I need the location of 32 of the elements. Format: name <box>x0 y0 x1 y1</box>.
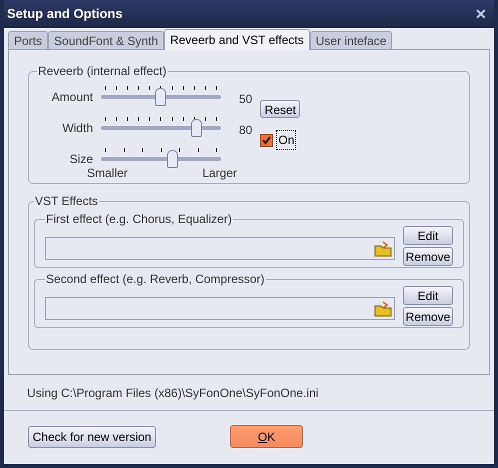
file-field[interactable] <box>45 297 395 320</box>
status-text: Using C:\Program Files (x86)\SyFonOne\SyFonOne.ini <box>27 384 318 402</box>
slider-caption: Smaller <box>87 165 128 182</box>
check-icon <box>261 134 272 146</box>
remove-button[interactable]: Remove <box>403 307 453 326</box>
checkbox-label: On <box>276 130 296 150</box>
reset-button[interactable]: Reset <box>260 100 300 118</box>
tab[interactable]: Reveerb and VST effects <box>164 29 310 50</box>
folder-icon[interactable] <box>374 240 392 256</box>
remove-button[interactable]: Remove <box>403 247 453 266</box>
slider-label: Width <box>61 120 94 137</box>
tab[interactable]: Ports <box>8 31 48 49</box>
window-title: Setup and Options <box>7 5 123 24</box>
file-field[interactable] <box>45 237 395 260</box>
slider-value: 80 <box>239 122 252 139</box>
close-button[interactable]: ✕ <box>471 4 491 24</box>
edit-button[interactable]: Edit <box>403 226 453 245</box>
check-version-button[interactable]: Check for new version <box>28 426 156 448</box>
tab[interactable]: User inteface <box>310 31 392 49</box>
folder-icon[interactable] <box>374 300 392 316</box>
edit-button[interactable]: Edit <box>403 286 453 305</box>
slider-label: Amount <box>50 89 94 106</box>
ok-button[interactable]: OK <box>230 425 303 448</box>
group-title: VST Effects <box>34 193 99 210</box>
tab[interactable]: SoundFont & Synth <box>48 31 164 49</box>
group-title: Second effect (e.g. Reverb, Compressor) <box>45 271 266 288</box>
group-title: First effect (e.g. Chorus, Equalizer) <box>45 211 233 228</box>
slider-value: 50 <box>239 91 252 108</box>
slider-caption: Larger <box>202 165 237 182</box>
slider-label: Size <box>68 151 94 168</box>
checkbox[interactable] <box>260 134 274 146</box>
group-title: Reveerb (internal effect) <box>37 63 168 80</box>
